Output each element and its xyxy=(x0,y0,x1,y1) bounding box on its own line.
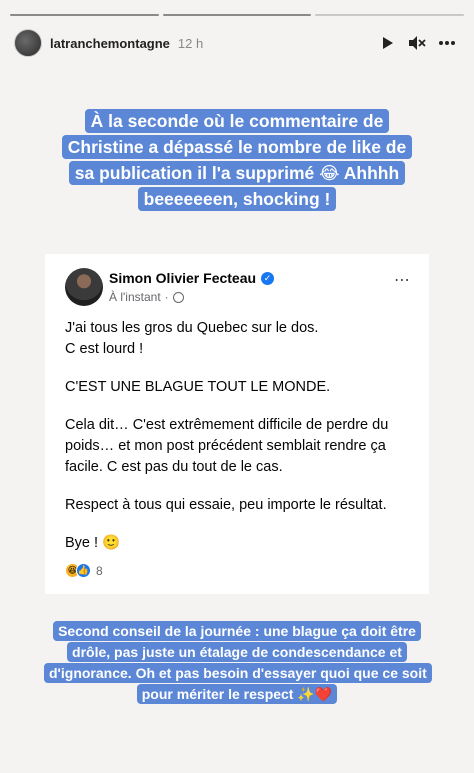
post-more-icon: ⋯ xyxy=(394,272,411,289)
timestamp: 12 h xyxy=(177,35,204,51)
post-header: Simon Olivier Fecteau ✓ À l'instant · ⋯ xyxy=(65,268,415,310)
story-progress xyxy=(10,14,465,16)
avatar[interactable] xyxy=(14,29,42,57)
post-body: J'ai tous les gros du Quebec sur le dos.… xyxy=(65,318,415,571)
post-paragraph: J'ai tous les gros du Quebec sur le dos.… xyxy=(65,320,319,357)
caption-bottom-text: Second conseil de la journée : une blagu… xyxy=(44,621,432,704)
story-header: latranchemontagne 12 h xyxy=(14,26,460,60)
reaction-count: 8 xyxy=(96,563,103,578)
facebook-post-card: Simon Olivier Fecteau ✓ À l'instant · ⋯ … xyxy=(45,254,429,594)
author-name-text: Simon Olivier Fecteau xyxy=(109,270,257,286)
post-paragraph: Bye ! 🙂 xyxy=(65,535,121,551)
caption-bottom: Second conseil de la journée : une blagu… xyxy=(44,621,432,705)
verified-badge-icon: ✓ xyxy=(261,271,275,285)
post-paragraph: Cela dit… C'est extrêmement difficile de… xyxy=(65,417,389,475)
more-icon[interactable] xyxy=(434,30,460,56)
like-reaction-icon: 👍 xyxy=(76,563,91,578)
globe-icon xyxy=(172,291,184,303)
post-time: À l'instant xyxy=(109,290,161,304)
play-icon[interactable] xyxy=(374,30,400,56)
reactions: 😆 👍 8 xyxy=(65,563,103,578)
caption-top: À la seconde où le commentaire de Christ… xyxy=(60,108,414,212)
mute-icon[interactable] xyxy=(404,30,430,56)
caption-top-text: À la seconde où le commentaire de Christ… xyxy=(61,109,413,211)
post-paragraph: Respect à tous qui essaie, peu importe l… xyxy=(65,497,387,513)
progress-segment xyxy=(162,14,312,16)
author-name: Simon Olivier Fecteau ✓ xyxy=(109,270,275,286)
author-avatar xyxy=(65,268,103,306)
post-paragraph: C'EST UNE BLAGUE TOUT LE MONDE. xyxy=(65,379,331,395)
progress-segment xyxy=(10,14,159,16)
post-meta: À l'instant · xyxy=(109,290,184,304)
progress-segment xyxy=(315,14,465,16)
username[interactable]: latranchemontagne xyxy=(50,36,170,51)
